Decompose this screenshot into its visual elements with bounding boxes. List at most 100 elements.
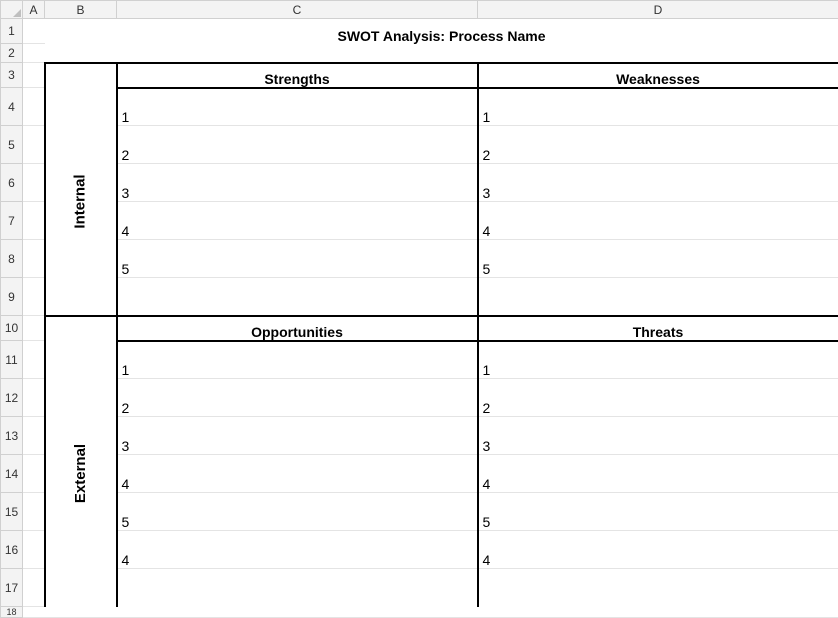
cell-A16[interactable] — [23, 531, 45, 569]
row-5: 5 2 2 — [1, 126, 838, 164]
row-header-16[interactable]: 16 — [1, 531, 23, 569]
strength-item-5[interactable]: 5 — [117, 240, 478, 278]
strength-item-2[interactable]: 2 — [117, 126, 478, 164]
row-17: 17 — [1, 569, 838, 607]
row-10: 10 Opportunities Threats — [1, 316, 838, 341]
cell-A13[interactable] — [23, 417, 45, 455]
row-header-7[interactable]: 7 — [1, 202, 23, 240]
weaknesses-header[interactable]: Weaknesses — [478, 63, 838, 88]
row-4: 4 Internal 1 1 — [1, 88, 838, 126]
cell-A17[interactable] — [23, 569, 45, 607]
cell-A3[interactable] — [23, 63, 45, 88]
cell-A15[interactable] — [23, 493, 45, 531]
row-3: 3 Strengths Weaknesses — [1, 63, 838, 88]
row-header-8[interactable]: 8 — [1, 240, 23, 278]
col-header-D[interactable]: D — [478, 1, 838, 19]
strength-item-3[interactable]: 3 — [117, 164, 478, 202]
row-header-18[interactable]: 18 — [1, 607, 23, 618]
threat-item-2[interactable]: 2 — [478, 379, 838, 417]
row-11: 11 External 1 1 — [1, 341, 838, 379]
opportunity-item-1[interactable]: 1 — [117, 341, 478, 379]
row-header-15[interactable]: 15 — [1, 493, 23, 531]
weakness-item-3[interactable]: 3 — [478, 164, 838, 202]
strength-item-4[interactable]: 4 — [117, 202, 478, 240]
row-header-13[interactable]: 13 — [1, 417, 23, 455]
cell-A6[interactable] — [23, 164, 45, 202]
threat-item-5[interactable]: 5 — [478, 493, 838, 531]
row-13: 13 3 3 — [1, 417, 838, 455]
row-12: 12 2 2 — [1, 379, 838, 417]
cell-A9[interactable] — [23, 278, 45, 316]
opportunity-item-5[interactable]: 5 — [117, 493, 478, 531]
col-header-A[interactable]: A — [23, 1, 45, 19]
cell-B18[interactable] — [45, 607, 117, 618]
row-15: 15 5 5 — [1, 493, 838, 531]
cell-B10[interactable] — [45, 316, 117, 341]
strength-blank[interactable] — [117, 278, 478, 316]
opportunity-item-4[interactable]: 4 — [117, 455, 478, 493]
opportunities-header[interactable]: Opportunities — [117, 316, 478, 341]
weakness-item-2[interactable]: 2 — [478, 126, 838, 164]
cell-C2[interactable] — [117, 44, 478, 63]
cell-C18[interactable] — [117, 607, 478, 618]
weakness-item-4[interactable]: 4 — [478, 202, 838, 240]
threat-item-4[interactable]: 4 — [478, 455, 838, 493]
row-header-14[interactable]: 14 — [1, 455, 23, 493]
row-header-12[interactable]: 12 — [1, 379, 23, 417]
row-18: 18 — [1, 607, 838, 618]
row-header-3[interactable]: 3 — [1, 63, 23, 88]
weakness-item-5[interactable]: 5 — [478, 240, 838, 278]
col-header-C[interactable]: C — [117, 1, 478, 19]
cell-A1[interactable] — [23, 19, 45, 44]
opportunity-item-2[interactable]: 2 — [117, 379, 478, 417]
weakness-blank[interactable] — [478, 278, 838, 316]
row-header-2[interactable]: 2 — [1, 44, 23, 63]
threat-item-6[interactable]: 4 — [478, 531, 838, 569]
row-7: 7 4 4 — [1, 202, 838, 240]
threats-header[interactable]: Threats — [478, 316, 838, 341]
row-header-17[interactable]: 17 — [1, 569, 23, 607]
strength-item-1[interactable]: 1 — [117, 88, 478, 126]
opportunity-item-6[interactable]: 4 — [117, 531, 478, 569]
cell-A7[interactable] — [23, 202, 45, 240]
internal-label: Internal — [45, 88, 117, 316]
row-header-1[interactable]: 1 — [1, 19, 23, 44]
row-header-6[interactable]: 6 — [1, 164, 23, 202]
cell-A11[interactable] — [23, 341, 45, 379]
cell-A14[interactable] — [23, 455, 45, 493]
strengths-header[interactable]: Strengths — [117, 63, 478, 88]
threat-blank[interactable] — [478, 569, 838, 607]
row-header-5[interactable]: 5 — [1, 126, 23, 164]
opportunity-blank[interactable] — [117, 569, 478, 607]
cell-A8[interactable] — [23, 240, 45, 278]
row-header-10[interactable]: 10 — [1, 316, 23, 341]
cell-A10[interactable] — [23, 316, 45, 341]
row-header-11[interactable]: 11 — [1, 341, 23, 379]
cell-D2[interactable] — [478, 44, 838, 63]
row-14: 14 4 4 — [1, 455, 838, 493]
row-1: 1 SWOT Analysis: Process Name — [1, 19, 838, 44]
title-cell[interactable]: SWOT Analysis: Process Name — [45, 19, 838, 44]
select-all-corner[interactable] — [1, 1, 23, 19]
internal-label-text: Internal — [72, 174, 89, 228]
cell-A4[interactable] — [23, 88, 45, 126]
cell-A12[interactable] — [23, 379, 45, 417]
column-headers: A B C D — [1, 1, 838, 19]
opportunity-item-3[interactable]: 3 — [117, 417, 478, 455]
external-label: External — [45, 341, 117, 607]
row-16: 16 4 4 — [1, 531, 838, 569]
row-header-4[interactable]: 4 — [1, 88, 23, 126]
threat-item-3[interactable]: 3 — [478, 417, 838, 455]
row-8: 8 5 5 — [1, 240, 838, 278]
row-9: 9 — [1, 278, 838, 316]
weakness-item-1[interactable]: 1 — [478, 88, 838, 126]
cell-A2[interactable] — [23, 44, 45, 63]
row-header-9[interactable]: 9 — [1, 278, 23, 316]
col-header-B[interactable]: B — [45, 1, 117, 19]
cell-B2[interactable] — [45, 44, 117, 63]
cell-B3[interactable] — [45, 63, 117, 88]
cell-A18[interactable] — [23, 607, 45, 618]
cell-D18[interactable] — [478, 607, 838, 618]
cell-A5[interactable] — [23, 126, 45, 164]
threat-item-1[interactable]: 1 — [478, 341, 838, 379]
